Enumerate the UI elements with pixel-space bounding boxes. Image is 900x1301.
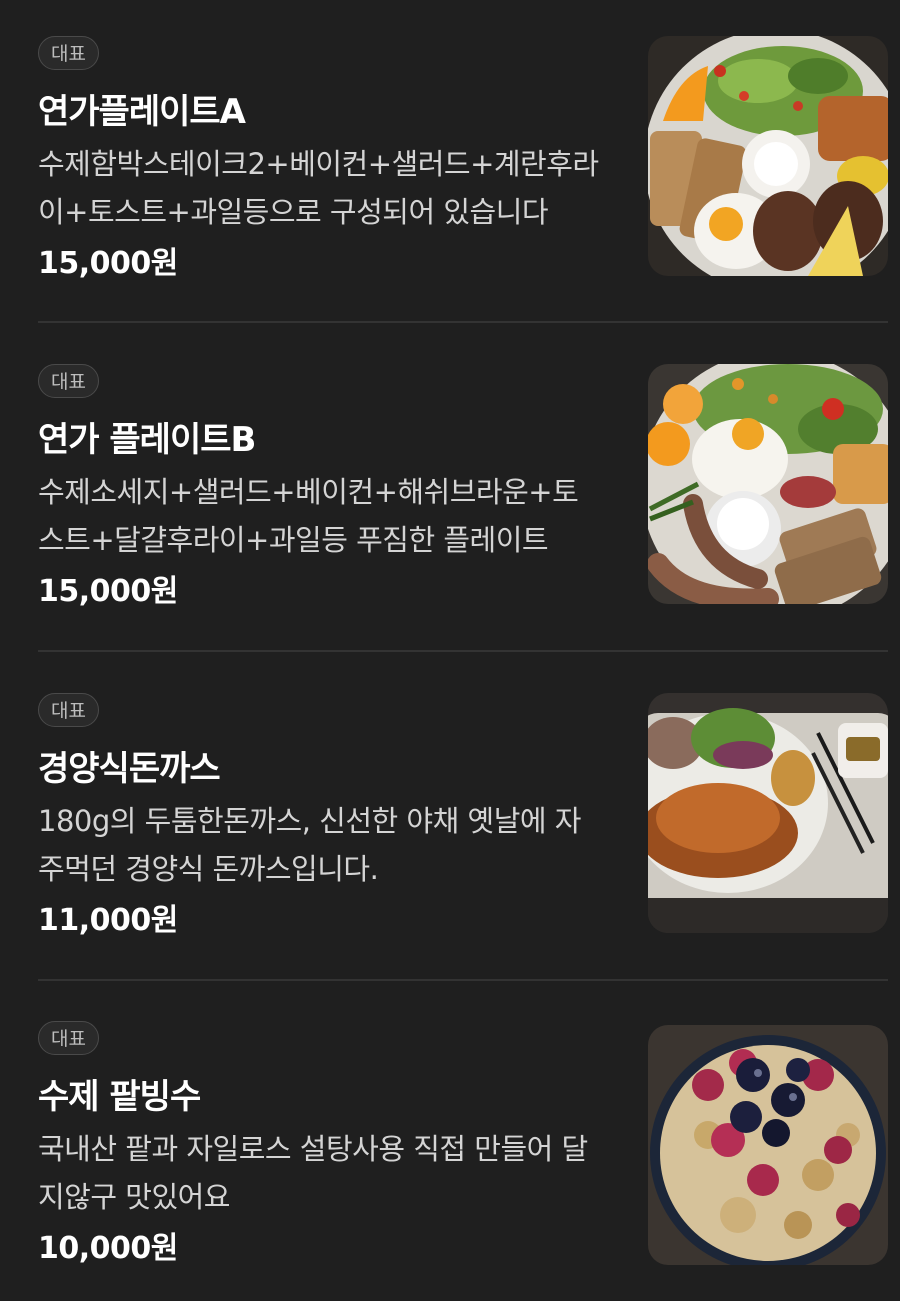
menu-item-name: 연가 플레이트B	[38, 420, 256, 460]
plate-b-photo[interactable]	[648, 364, 888, 604]
representative-badge: 대표	[38, 1021, 99, 1055]
menu-item-description: 국내산 팥과 자일로스 설탕사용 직접 만들어 달지않구 맛있어요	[38, 1132, 588, 1214]
representative-badge: 대표	[38, 364, 99, 398]
item-divider	[38, 650, 888, 652]
menu-item-description: 180g의 두툼한돈까스, 신선한 야채 옛날에 자주먹던 경양식 돈까스입니다…	[38, 804, 581, 886]
representative-badge: 대표	[38, 36, 99, 70]
menu-item-description: 수제함박스테이크2+베이컨+샐러드+계란후라이+토스트+과일등으로 구성되어 있…	[38, 147, 599, 229]
menu-item-price: 11,000원	[38, 903, 178, 938]
pork-cutlet-photo[interactable]	[648, 693, 888, 933]
menu-item[interactable]: 대표 연가 플레이트B 수제소세지+샐러드+베이컨+해쉬브라운+토스트+달걀후라…	[38, 364, 888, 644]
menu-item-name: 연가플레이트A	[38, 92, 246, 132]
menu-item-name: 수제 팥빙수	[38, 1077, 201, 1117]
menu-item[interactable]: 대표 수제 팥빙수 국내산 팥과 자일로스 설탕사용 직접 만들어 달지않구 맛…	[38, 1021, 888, 1301]
plate-a-photo[interactable]	[648, 36, 888, 276]
menu-item-price: 15,000원	[38, 246, 178, 281]
menu-item-name: 경양식돈까스	[38, 749, 221, 789]
bingsu-photo[interactable]	[648, 1025, 888, 1265]
menu-item-price: 15,000원	[38, 574, 178, 609]
menu-item[interactable]: 대표 경양식돈까스 180g의 두툼한돈까스, 신선한 야채 옛날에 자주먹던 …	[38, 693, 888, 973]
menu-item[interactable]: 대표 연가플레이트A 수제함박스테이크2+베이컨+샐러드+계란후라이+토스트+과…	[38, 36, 888, 316]
menu-item-description: 수제소세지+샐러드+베이컨+해쉬브라운+토스트+달걀후라이+과일등 푸짐한 플레…	[38, 475, 579, 557]
menu-item-price: 10,000원	[38, 1231, 178, 1266]
item-divider	[38, 321, 888, 323]
item-divider	[38, 979, 888, 981]
representative-badge: 대표	[38, 693, 99, 727]
